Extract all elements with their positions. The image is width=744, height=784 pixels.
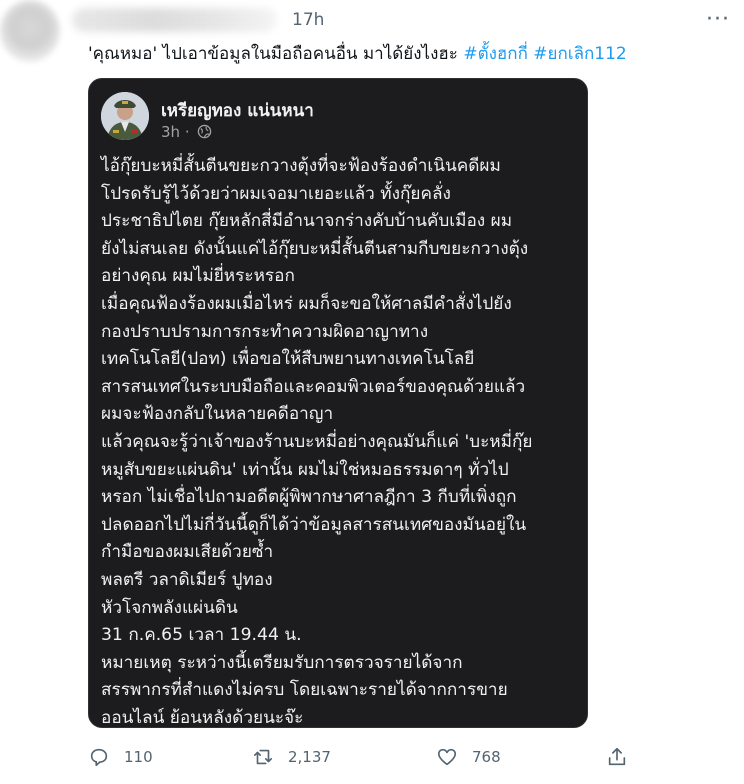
like-button[interactable]: 768 (436, 742, 501, 772)
embedded-author-avatar (101, 92, 149, 140)
reply-icon (90, 748, 108, 767)
reply-count: 110 (124, 748, 153, 766)
retweet-icon (253, 749, 273, 765)
heart-icon (437, 748, 457, 766)
retweet-button[interactable]: 2,137 (252, 742, 331, 772)
tweet-text: 'คุณหมอ' ไปเอาข้อมูลในมือถือคนอื่น มาได้… (88, 40, 627, 67)
author-name-blurred[interactable] (72, 8, 277, 32)
hashtag-link[interactable]: #ยกเลิก112 (533, 44, 626, 64)
embedded-post-body: ไอ้กุ๊ยบะหมี่สั้นตีนขยะกวางตุ้งที่จะฟ้อง… (101, 156, 533, 728)
embedded-post-image[interactable]: เหรียญทอง แน่นหนา 3h · ไอ้กุ๊ยบะหมี่สั้น… (88, 78, 588, 728)
like-count: 768 (472, 748, 501, 766)
more-options-icon[interactable]: ··· (706, 7, 730, 32)
tweet-text-body: 'คุณหมอ' ไปเอาข้อมูลในมือถือคนอื่น มาได้… (88, 44, 458, 64)
share-button[interactable] (606, 742, 642, 772)
person-in-uniform-icon (101, 92, 149, 140)
author-avatar-blurred[interactable] (0, 0, 60, 62)
share-icon (608, 747, 626, 766)
tweet-timestamp[interactable]: 17h (292, 10, 324, 30)
embedded-author-name: เหรียญทอง แน่นหนา (161, 101, 314, 121)
hashtag-link[interactable]: #ตั้งฮกกี่ (463, 44, 528, 64)
reply-button[interactable]: 110 (88, 742, 153, 772)
retweet-count: 2,137 (288, 748, 331, 766)
globe-icon (198, 124, 212, 139)
embedded-post-time: 3h · (161, 123, 212, 141)
embedded-time-label: 3h · (161, 123, 190, 141)
